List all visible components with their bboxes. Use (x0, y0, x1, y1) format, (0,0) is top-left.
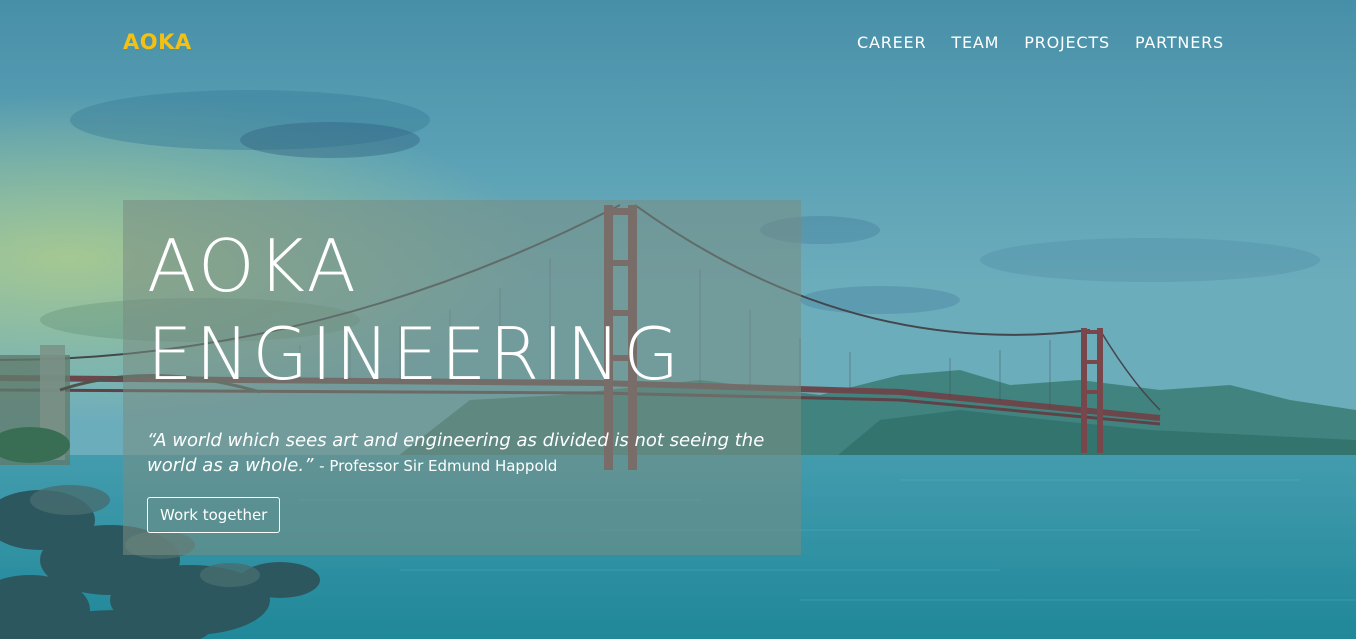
hero-quote: “A world which sees art and engineering … (147, 428, 777, 479)
nav-item-team[interactable]: TEAM (951, 33, 999, 52)
hero-card: AOKA ENGINEERING “A world which sees art… (123, 200, 801, 555)
hero-title: AOKA ENGINEERING (147, 222, 777, 398)
quote-author: - Professor Sir Edmund Happold (319, 457, 558, 475)
hero-title-line2: ENGINEERING (147, 312, 683, 396)
work-together-button[interactable]: Work together (147, 497, 281, 533)
nav-item-projects[interactable]: PROJECTS (1024, 33, 1110, 52)
hero-title-line1: AOKA (147, 224, 359, 308)
hero-section: AOKA CAREER TEAM PROJECTS PARTNERS AOKA … (0, 0, 1356, 639)
nav-item-partners[interactable]: PARTNERS (1135, 33, 1224, 52)
main-nav: CAREER TEAM PROJECTS PARTNERS (857, 33, 1224, 52)
nav-item-career[interactable]: CAREER (857, 33, 926, 52)
brand-logo[interactable]: AOKA (123, 30, 192, 54)
